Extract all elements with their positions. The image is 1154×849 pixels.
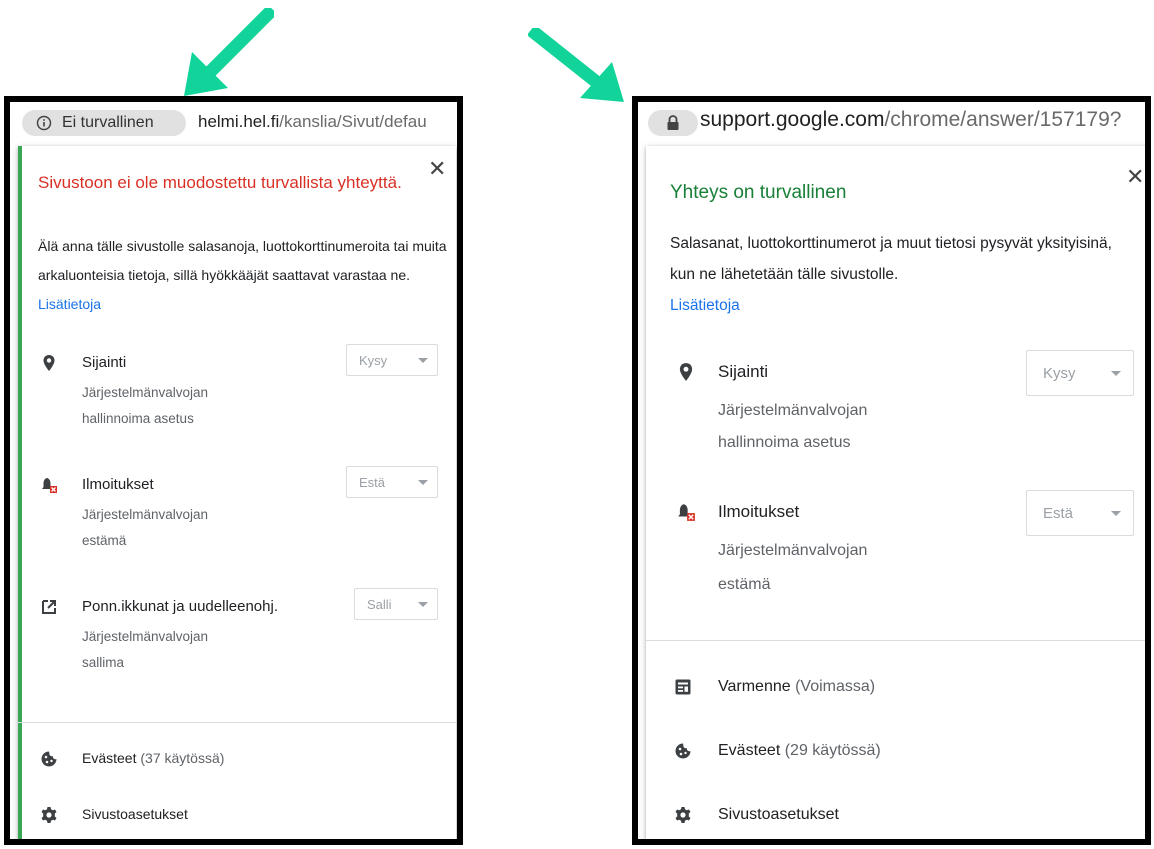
popup-edge [18, 146, 22, 839]
chevron-down-icon [1111, 511, 1121, 516]
connection-description: Älä anna tälle sivustolle salasanoja, lu… [38, 238, 447, 312]
page-info-popup: ✕ Sivustoon ei ole muodostettu turvallis… [18, 146, 456, 839]
url-path: /chrome/answer/157179? [884, 108, 1122, 131]
permission-popups-sub2: sallima [82, 655, 125, 670]
permission-notifications-sub1: Järjestelmänvalvojan [82, 507, 209, 522]
permission-notifications-label: Ilmoitukset [718, 502, 800, 521]
lock-icon [667, 115, 679, 130]
gear-icon [41, 807, 57, 823]
chevron-down-icon [418, 480, 428, 485]
cookie-icon [41, 751, 57, 767]
secure-site-panel: support.google.com/chrome/answer/157179?… [632, 96, 1151, 845]
permission-location-label: Sijainti [82, 354, 127, 371]
popups-select[interactable]: Salli [354, 588, 438, 620]
url-text[interactable]: support.google.com/chrome/answer/157179? [700, 108, 1121, 132]
site-settings-row[interactable]: Sivustoasetukset [718, 806, 839, 824]
permission-notifications-label: Ilmoitukset [82, 476, 154, 493]
permission-notifications-sub2: estämä [82, 533, 127, 548]
location-pin-icon [679, 363, 693, 381]
permission-location-sub1: Järjestelmänvalvojan [718, 402, 868, 419]
permission-notifications-sub2: estämä [718, 576, 771, 593]
learn-more-link[interactable]: Lisätietoja [38, 296, 101, 312]
learn-more-link[interactable]: Lisätietoja [670, 297, 740, 314]
insecure-site-panel: Ei turvallinen helmi.hel.fi/kanslia/Sivu… [4, 96, 463, 845]
page-info-popup: ✕ Yhteys on turvallinen Salasanat, luott… [646, 146, 1145, 839]
location-select[interactable]: Kysy [1026, 350, 1134, 396]
arrow-left-annotation [184, 8, 274, 96]
permission-location-sub1: Järjestelmänvalvojan [82, 385, 209, 400]
url-host: helmi.hel.fi [198, 112, 280, 131]
url-text[interactable]: helmi.hel.fi/kanslia/Sivut/defau [198, 112, 427, 132]
not-secure-label: Ei turvallinen [62, 114, 154, 131]
location-pin-icon [43, 355, 55, 371]
arrow-right-annotation [528, 28, 624, 102]
secure-badge[interactable] [648, 110, 698, 136]
location-select[interactable]: Kysy [346, 344, 438, 376]
url-path: /kanslia/Sivut/defau [279, 112, 427, 131]
site-settings-row[interactable]: Sivustoasetukset [82, 806, 188, 822]
chevron-down-icon [418, 602, 428, 607]
gear-icon [675, 807, 691, 823]
notifications-select[interactable]: Estä [346, 466, 438, 498]
address-bar[interactable]: Ei turvallinen helmi.hel.fi/kanslia/Sivu… [10, 102, 457, 142]
permission-popups-label: Ponn.ikkunat ja uudelleenohj. [82, 598, 278, 615]
connection-title: Yhteys on turvallinen [670, 182, 847, 203]
close-icon[interactable]: ✕ [1126, 164, 1144, 190]
permission-notifications-sub1: Järjestelmänvalvojan [718, 542, 868, 559]
certificate-icon [675, 679, 691, 695]
url-host: support.google.com [700, 108, 885, 131]
permission-location-sub2: hallinnoima asetus [82, 411, 194, 426]
notifications-blocked-icon [42, 478, 57, 493]
cookie-icon [675, 743, 691, 759]
permission-location-label: Sijainti [718, 362, 769, 381]
connection-title: Sivustoon ei ole muodostettu turvallista… [38, 173, 402, 192]
permission-popups-sub1: Järjestelmänvalvojan [82, 629, 209, 644]
address-bar[interactable]: support.google.com/chrome/answer/157179? [638, 102, 1145, 142]
info-icon [36, 115, 52, 131]
cookies-row[interactable]: Evästeet (29 käytössä) [718, 742, 881, 760]
close-icon[interactable]: ✕ [428, 156, 446, 182]
certificate-row[interactable]: Varmenne (Voimassa) [718, 678, 875, 696]
notifications-select[interactable]: Estä [1026, 490, 1134, 536]
footer-divider [18, 722, 456, 723]
popups-redirects-icon [42, 600, 56, 614]
cookies-row[interactable]: Evästeet (37 käytössä) [82, 750, 224, 766]
connection-description: Salasanat, luottokorttinumerot ja muut t… [670, 235, 1112, 314]
notifications-blocked-icon [678, 504, 695, 521]
footer-divider [646, 640, 1145, 641]
chevron-down-icon [418, 358, 428, 363]
chevron-down-icon [1111, 371, 1121, 376]
not-secure-badge[interactable]: Ei turvallinen [22, 110, 186, 136]
permission-location-sub2: hallinnoima asetus [718, 434, 851, 451]
